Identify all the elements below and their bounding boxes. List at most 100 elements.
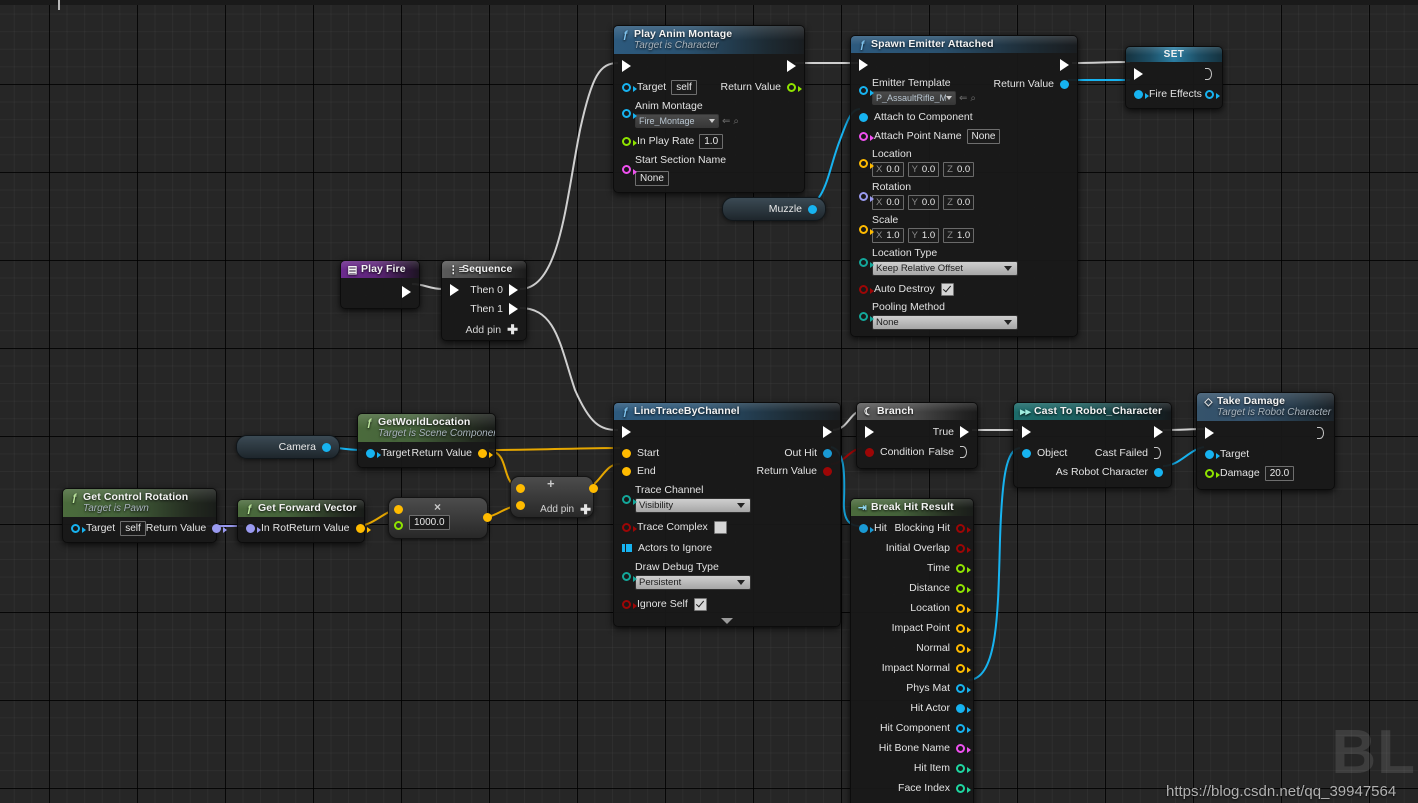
attach-point-value[interactable]: None — [966, 128, 1001, 144]
trace-channel-in-pin[interactable] — [622, 495, 637, 505]
actors-to-ignore-array-pin[interactable] — [622, 543, 633, 553]
pooling-method-dropdown[interactable]: None — [872, 315, 1018, 330]
anim-montage-in-pin[interactable] — [622, 109, 637, 119]
exec-out-pin[interactable] — [1154, 426, 1163, 438]
auto-destroy-checkbox[interactable] — [940, 282, 954, 296]
rotation-x-field[interactable]: X 0.0 — [872, 195, 904, 210]
trace-complex-checkbox[interactable] — [713, 520, 727, 534]
draw-debug-dropdown[interactable]: Persistent — [635, 575, 751, 590]
impact-point-out-pin[interactable] — [956, 623, 971, 633]
impact-normal-out-pin[interactable] — [956, 663, 971, 673]
pin-row-start[interactable]: Start Out Hit — [614, 445, 840, 461]
pin-row-face-index[interactable]: Face Index — [851, 780, 973, 796]
pin-row-then0[interactable]: Then 0 — [442, 282, 526, 298]
node-spawn-emitter-attached[interactable]: ƒ Spawn Emitter Attached Emitter Template… — [850, 35, 1078, 337]
location-in-pin[interactable] — [859, 159, 874, 169]
node-get-world-location[interactable]: ƒ GetWorldLocation Target is Scene Compon… — [357, 413, 496, 468]
pin-row-hit-bone-name[interactable]: Hit Bone Name — [851, 740, 973, 756]
scale-x-field[interactable]: X 1.0 — [872, 228, 904, 243]
pin-row-trace-complex[interactable]: Trace Complex — [614, 519, 840, 535]
node-camera-variable[interactable]: Camera — [236, 435, 340, 459]
node-sequence[interactable]: ⋮≡Sequence Then 0 Then 1 Add pin ✚ — [441, 260, 527, 341]
node-branch[interactable]: ☾ Branch True Condition False — [856, 402, 978, 469]
pin-row-exec[interactable] — [851, 57, 1077, 73]
exec-out-then1-pin[interactable] — [509, 303, 518, 315]
add-pin-button[interactable]: Add pin ✚ — [540, 503, 591, 516]
damage-value[interactable]: 20.0 — [1264, 465, 1295, 481]
multiply-value[interactable]: 1000.0 — [409, 515, 450, 530]
location-out-pin[interactable] — [956, 603, 971, 613]
hit-component-out-pin[interactable] — [956, 723, 971, 733]
node-get-forward-vector[interactable]: ƒ Get Forward Vector In Rot Return Value — [237, 499, 371, 543]
add-out-pin[interactable] — [589, 484, 598, 493]
trace-channel-dropdown[interactable]: Visibility — [635, 498, 751, 513]
pin-row-actors-to-ignore[interactable]: Actors to Ignore — [614, 540, 840, 556]
exec-out-then0-pin[interactable] — [509, 284, 518, 296]
pin-row-target[interactable]: Target — [1197, 446, 1334, 462]
add-in-a-pin[interactable] — [516, 484, 525, 493]
pin-row-variable[interactable]: Fire Effects — [1126, 86, 1222, 102]
scale-z-field[interactable]: Z 1.0 — [943, 228, 975, 243]
target-in-pin[interactable] — [1205, 449, 1220, 459]
blueprint-graph-canvas[interactable]: ▤ Play Fire ⋮≡Sequence Then 0 Then 1 Add… — [0, 0, 1418, 803]
exec-in-pin[interactable] — [622, 426, 631, 438]
pin-row-time[interactable]: Time — [851, 560, 973, 576]
pin-row-hit-actor[interactable]: Hit Actor — [851, 700, 973, 716]
return-value-out-pin[interactable] — [478, 448, 493, 458]
pin-row-hit-item[interactable]: Hit Item — [851, 760, 973, 776]
pin-row-exec[interactable] — [614, 58, 804, 74]
multiply-out-pin[interactable] — [483, 513, 492, 522]
pin-row-auto-destroy[interactable]: Auto Destroy — [851, 281, 1077, 297]
rotation-z-field[interactable]: Z 0.0 — [943, 195, 975, 210]
in-play-rate-value[interactable]: 1.0 — [699, 133, 724, 149]
target-in-pin[interactable] — [71, 523, 86, 533]
asset-dropdown[interactable]: Fire_Montage — [635, 114, 719, 128]
muzzle-out-pin[interactable] — [808, 204, 817, 214]
auto-destroy-in-pin[interactable] — [859, 284, 874, 294]
pin-row-in-rot[interactable]: In Rot Return Value — [238, 520, 371, 536]
use-selected-asset-icon[interactable]: ⇐ — [959, 93, 967, 104]
exec-in-pin[interactable] — [622, 60, 631, 72]
normal-out-pin[interactable] — [956, 643, 971, 653]
exec-in-pin[interactable] — [859, 59, 868, 71]
exec-in-pin[interactable] — [1205, 427, 1214, 439]
time-out-pin[interactable] — [956, 563, 971, 573]
return-value-out-pin[interactable] — [1060, 80, 1069, 89]
pin-row-exec-true[interactable]: True — [857, 424, 977, 440]
target-in-pin[interactable] — [366, 448, 381, 458]
pin-row-exec[interactable] — [1126, 66, 1222, 82]
camera-out-pin[interactable] — [322, 442, 331, 452]
exec-in-pin[interactable] — [1134, 68, 1143, 80]
pin-row-distance[interactable]: Distance — [851, 580, 973, 596]
pin-row-attach-to-component[interactable]: Attach to Component — [851, 109, 1077, 125]
pin-row-exec[interactable] — [1197, 425, 1334, 441]
pin-row-damage[interactable]: Damage 20.0 — [1197, 465, 1334, 481]
asset-dropdown[interactable]: P_AssaultRifle_M — [872, 91, 956, 105]
start-section-value[interactable]: None — [635, 171, 669, 186]
pin-row-impact-point[interactable]: Impact Point — [851, 620, 973, 636]
in-play-rate-in-pin[interactable] — [622, 136, 637, 146]
pin-row-location[interactable]: Location — [851, 600, 973, 616]
exec-out-true-pin[interactable] — [960, 426, 969, 438]
pin-row-hit-component[interactable]: Hit Component — [851, 720, 973, 736]
exec-out-pin[interactable] — [1317, 427, 1326, 439]
face-index-out-pin[interactable] — [956, 783, 971, 793]
exec-in-pin[interactable] — [450, 284, 459, 296]
anim-montage-picker[interactable]: Fire_Montage ⇐ ⌕ — [635, 114, 804, 128]
add-pin-button[interactable]: Add pin ✚ — [442, 321, 526, 336]
hit-in-pin[interactable] — [859, 523, 874, 533]
hit-actor-out-pin[interactable] — [956, 703, 971, 713]
emitter-template-in-pin[interactable] — [859, 86, 874, 96]
pin-row-hit[interactable]: Hit Blocking Hit — [851, 520, 973, 536]
pin-row-initial-overlap[interactable]: Initial Overlap — [851, 540, 973, 556]
multiply-in-a-pin[interactable] — [394, 505, 403, 514]
fire-effects-in-pin[interactable] — [1134, 89, 1149, 99]
pin-row-object-castfailed[interactable]: Object Cast Failed — [1014, 445, 1171, 461]
return-value-out-pin[interactable] — [823, 466, 832, 476]
draw-debug-in-pin[interactable] — [622, 572, 637, 582]
trace-complex-in-pin[interactable] — [622, 522, 637, 532]
rotation-in-pin[interactable] — [859, 192, 874, 202]
pin-row-target[interactable]: Target self Return Value — [63, 520, 228, 536]
node-play-anim-montage[interactable]: ƒ Play Anim Montage Target is Character T… — [613, 25, 805, 193]
node-muzzle-variable[interactable]: Muzzle — [722, 197, 826, 221]
